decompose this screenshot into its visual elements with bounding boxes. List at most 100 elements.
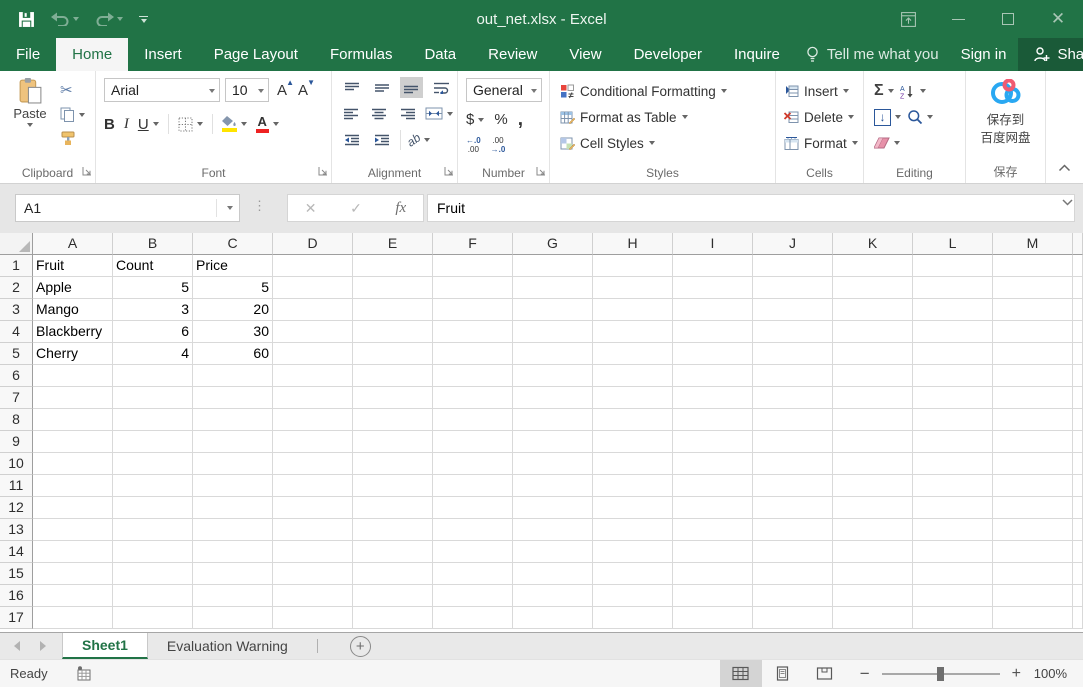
cell-A12[interactable] (33, 497, 113, 519)
sheet-tab-sheet1[interactable]: Sheet1 (62, 633, 148, 659)
column-header-J[interactable]: J (753, 233, 833, 255)
cell-B11[interactable] (113, 475, 193, 497)
font-color-button[interactable]: A (256, 115, 279, 133)
middle-align-button[interactable] (370, 77, 394, 98)
fill-button[interactable]: ↓ (874, 109, 901, 126)
cell-L3[interactable] (913, 299, 993, 321)
column-header-H[interactable]: H (593, 233, 673, 255)
name-box[interactable]: A1 (15, 194, 240, 222)
cell-M15[interactable] (993, 563, 1073, 585)
cell-L1[interactable] (913, 255, 993, 277)
minimize-button[interactable] (933, 0, 983, 38)
cell-H13[interactable] (593, 519, 673, 541)
row-header-14[interactable]: 14 (0, 541, 33, 563)
cell-I2[interactable] (673, 277, 753, 299)
cell-K7[interactable] (833, 387, 913, 409)
column-header-C[interactable]: C (193, 233, 273, 255)
cell-J2[interactable] (753, 277, 833, 299)
cell-B9[interactable] (113, 431, 193, 453)
cell-I12[interactable] (673, 497, 753, 519)
cell-G16[interactable] (513, 585, 593, 607)
cell-F15[interactable] (433, 563, 513, 585)
row-header-17[interactable]: 17 (0, 607, 33, 629)
cell-E13[interactable] (353, 519, 433, 541)
new-sheet-button[interactable]: + (350, 636, 371, 657)
column-header-E[interactable]: E (353, 233, 433, 255)
cell-E3[interactable] (353, 299, 433, 321)
cell-H2[interactable] (593, 277, 673, 299)
cell-B12[interactable] (113, 497, 193, 519)
column-header-F[interactable]: F (433, 233, 513, 255)
cell-M5[interactable] (993, 343, 1073, 365)
cell-F3[interactable] (433, 299, 513, 321)
cell-M9[interactable] (993, 431, 1073, 453)
format-dropdown-icon[interactable] (852, 141, 858, 145)
name-box-dropdown-icon[interactable] (227, 206, 233, 210)
cell-L11[interactable] (913, 475, 993, 497)
delete-cells-button[interactable]: Delete (784, 104, 863, 130)
cell-D8[interactable] (273, 409, 353, 431)
cell-F12[interactable] (433, 497, 513, 519)
decrease-font-size-button[interactable]: A▼ (295, 82, 311, 99)
formula-bar-drag-dots[interactable]: ⋮ (253, 198, 266, 214)
tell-me-box[interactable]: Tell me what you (796, 38, 949, 71)
cell-M11[interactable] (993, 475, 1073, 497)
sign-in-button[interactable]: Sign in (949, 38, 1019, 71)
cell-A15[interactable] (33, 563, 113, 585)
next-sheet-icon[interactable] (40, 641, 46, 651)
cell-J9[interactable] (753, 431, 833, 453)
row-header-12[interactable]: 12 (0, 497, 33, 519)
cell-B14[interactable] (113, 541, 193, 563)
clipboard-dialog-launcher-icon[interactable] (82, 164, 92, 179)
sheet-tab-evaluation-warning[interactable]: Evaluation Warning (148, 633, 307, 659)
cell-B1[interactable]: Count (113, 255, 193, 277)
cell-I13[interactable] (673, 519, 753, 541)
cell-H10[interactable] (593, 453, 673, 475)
cell-K4[interactable] (833, 321, 913, 343)
row-header-3[interactable]: 3 (0, 299, 33, 321)
cell-L4[interactable] (913, 321, 993, 343)
tab-insert[interactable]: Insert (128, 38, 198, 71)
cell-E4[interactable] (353, 321, 433, 343)
cell-C9[interactable] (193, 431, 273, 453)
save-icon[interactable] (18, 11, 35, 28)
merge-dropdown-icon[interactable] (447, 112, 453, 116)
cell-B6[interactable] (113, 365, 193, 387)
cell-K12[interactable] (833, 497, 913, 519)
insert-cells-button[interactable]: Insert (784, 78, 863, 104)
cell-G2[interactable] (513, 277, 593, 299)
cell-H4[interactable] (593, 321, 673, 343)
cell-D14[interactable] (273, 541, 353, 563)
row-header-6[interactable]: 6 (0, 365, 33, 387)
cell-A17[interactable] (33, 607, 113, 629)
cell-C10[interactable] (193, 453, 273, 475)
enter-icon[interactable]: ✓ (350, 200, 362, 217)
cell-G3[interactable] (513, 299, 593, 321)
cell-F1[interactable] (433, 255, 513, 277)
cell-K5[interactable] (833, 343, 913, 365)
row-header-4[interactable]: 4 (0, 321, 33, 343)
cell-K17[interactable] (833, 607, 913, 629)
align-right-button[interactable] (397, 103, 419, 124)
insert-dropdown-icon[interactable] (843, 89, 849, 93)
delete-dropdown-icon[interactable] (848, 115, 854, 119)
cell-L13[interactable] (913, 519, 993, 541)
accounting-format-button[interactable]: $ (466, 111, 484, 128)
cell-B5[interactable]: 4 (113, 343, 193, 365)
row-header-9[interactable]: 9 (0, 431, 33, 453)
cell-J8[interactable] (753, 409, 833, 431)
cell-F8[interactable] (433, 409, 513, 431)
cell-M2[interactable] (993, 277, 1073, 299)
expand-formula-bar-icon[interactable] (1062, 193, 1073, 211)
underline-dropdown-icon[interactable] (153, 122, 159, 126)
clear-button[interactable] (874, 137, 900, 149)
cell-K14[interactable] (833, 541, 913, 563)
cell-F10[interactable] (433, 453, 513, 475)
copy-button[interactable] (60, 107, 85, 123)
cell-I3[interactable] (673, 299, 753, 321)
cell-L2[interactable] (913, 277, 993, 299)
cell-J11[interactable] (753, 475, 833, 497)
cell-D13[interactable] (273, 519, 353, 541)
cell-C14[interactable] (193, 541, 273, 563)
cell-A10[interactable] (33, 453, 113, 475)
